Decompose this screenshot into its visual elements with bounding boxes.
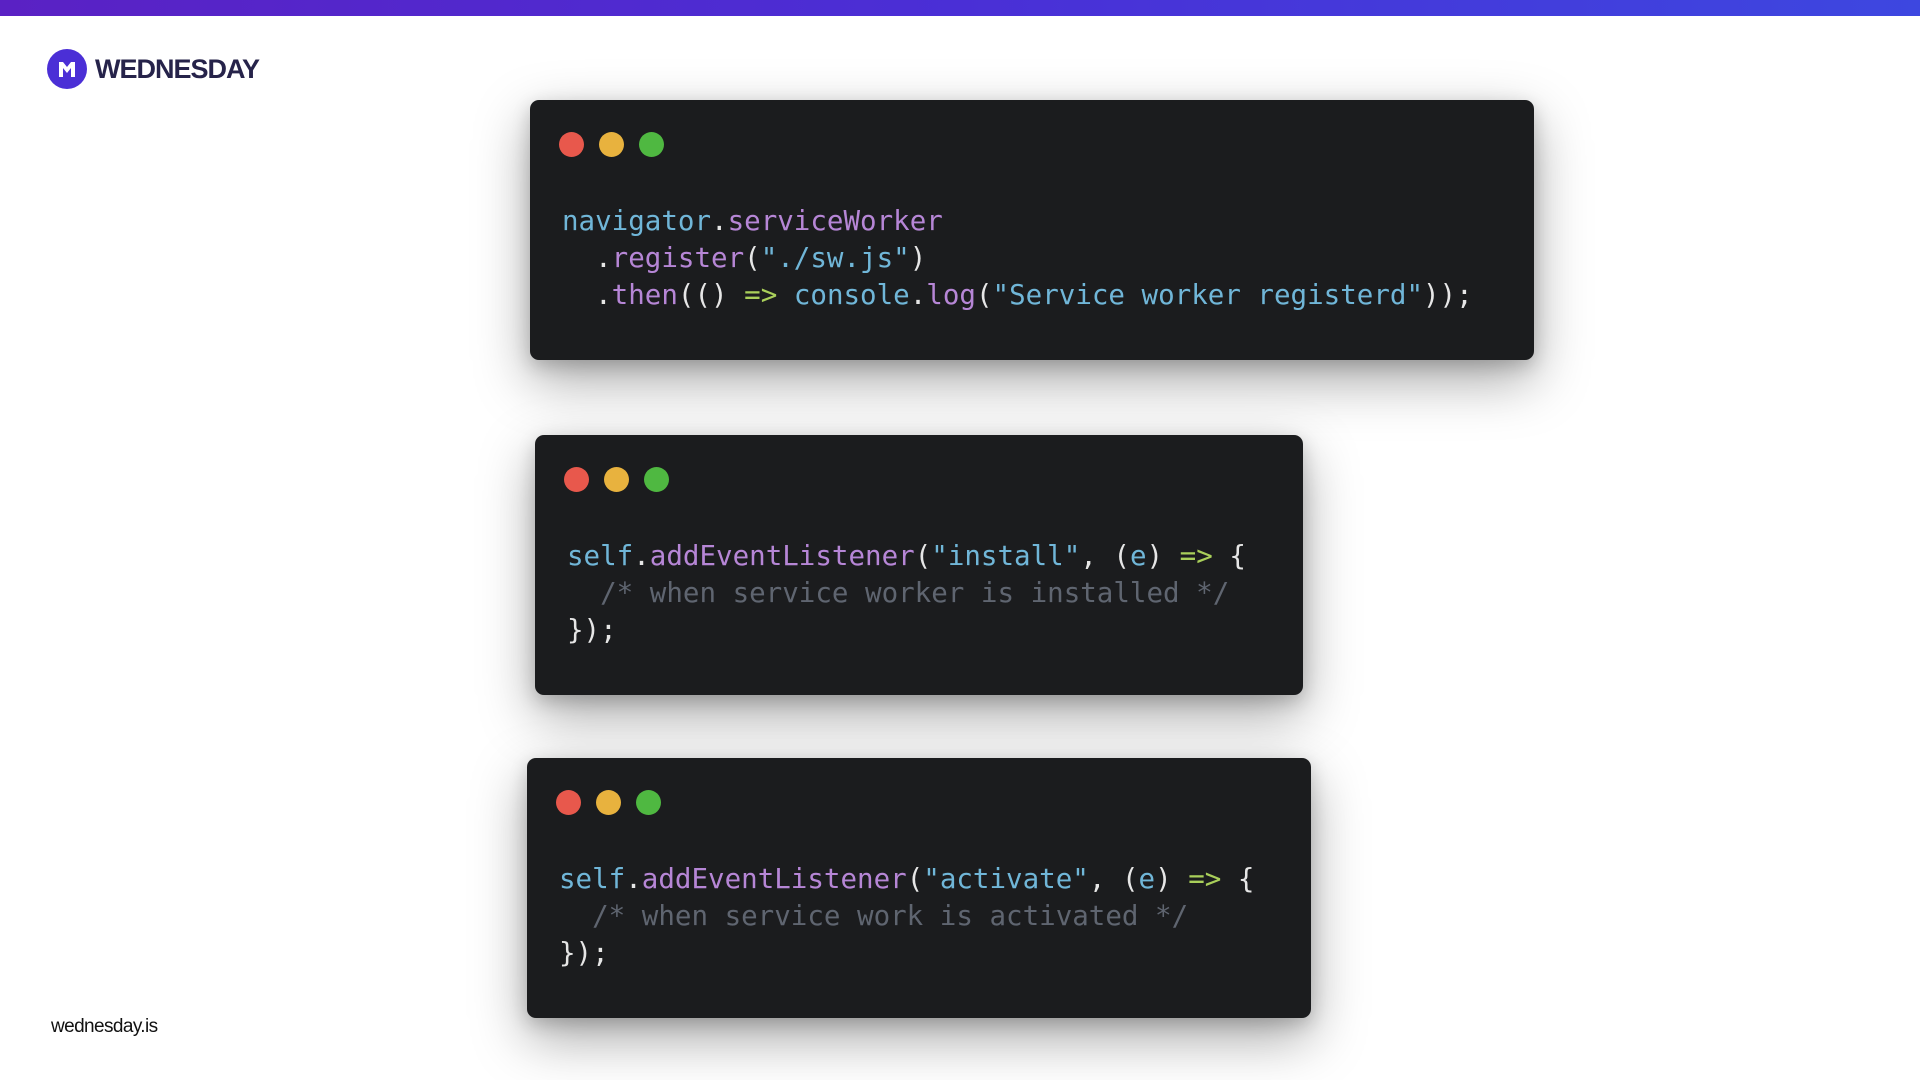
code-line: }); xyxy=(567,612,1246,649)
code-token: /* when service worker is installed */ xyxy=(567,577,1230,609)
close-dot-icon xyxy=(564,467,589,492)
code-token: ) xyxy=(909,242,927,274)
maximize-dot-icon xyxy=(644,467,669,492)
wednesday-logo-icon xyxy=(47,49,87,89)
code-token: . xyxy=(625,863,642,895)
code-token: ) xyxy=(1155,863,1189,895)
code-token: register xyxy=(611,242,745,274)
website-link[interactable]: wednesday.is xyxy=(51,1016,158,1038)
code-token: , ( xyxy=(1080,540,1130,572)
code-line: self.addEventListener("activate", (e) =>… xyxy=(559,861,1254,898)
code-block: self.addEventListener("activate", (e) =>… xyxy=(559,861,1254,972)
code-line: .register("./sw.js") xyxy=(562,240,1473,277)
code-token: . xyxy=(711,205,728,237)
code-token: self xyxy=(559,863,626,895)
code-token: e xyxy=(1129,540,1147,572)
code-window-activate: self.addEventListener("activate", (e) =>… xyxy=(527,758,1311,1018)
code-token: ( xyxy=(744,242,761,274)
code-token: => xyxy=(1179,540,1213,572)
maximize-dot-icon xyxy=(636,790,661,815)
code-line: /* when service work is activated */ xyxy=(559,898,1254,935)
code-token: { xyxy=(1221,863,1255,895)
code-line: self.addEventListener("install", (e) => … xyxy=(567,538,1246,575)
code-token: . xyxy=(562,242,612,274)
code-token: e xyxy=(1138,863,1156,895)
code-token: . xyxy=(633,540,650,572)
code-line: }); xyxy=(559,935,1254,972)
window-controls xyxy=(564,467,669,492)
code-token: addEventListener xyxy=(649,540,915,572)
brand-name: WEDNESDAY xyxy=(95,53,260,84)
code-token: /* when service work is activated */ xyxy=(559,900,1189,932)
code-token: ( xyxy=(975,279,993,311)
code-line: /* when service worker is installed */ xyxy=(567,575,1246,612)
code-token: log xyxy=(926,279,976,311)
close-dot-icon xyxy=(559,132,584,157)
code-token: (() xyxy=(677,279,745,311)
code-token: . xyxy=(909,279,927,311)
code-token: . xyxy=(562,279,612,311)
code-token: , ( xyxy=(1088,863,1139,895)
window-controls xyxy=(556,790,661,815)
code-token: "install" xyxy=(931,540,1081,572)
code-token: "activate" xyxy=(923,863,1089,895)
code-block: navigator.serviceWorker .register("./sw.… xyxy=(562,203,1473,314)
code-token: }); xyxy=(567,614,617,646)
minimize-dot-icon xyxy=(596,790,621,815)
code-line: navigator.serviceWorker xyxy=(562,203,1473,240)
slide: WEDNESDAY navigator.serviceWorker .regis… xyxy=(0,0,1920,1080)
close-dot-icon xyxy=(556,790,581,815)
code-token: => xyxy=(1188,863,1222,895)
code-token: addEventListener xyxy=(641,863,907,895)
code-token: { xyxy=(1212,540,1246,572)
code-token: ( xyxy=(906,863,924,895)
code-token: then xyxy=(611,279,678,311)
minimize-dot-icon xyxy=(604,467,629,492)
top-accent-bar xyxy=(0,0,1920,16)
code-token: console xyxy=(793,279,910,311)
minimize-dot-icon xyxy=(599,132,624,157)
code-window-register: navigator.serviceWorker .register("./sw.… xyxy=(530,100,1534,360)
code-token: serviceWorker xyxy=(727,205,943,237)
code-token: }); xyxy=(559,937,609,969)
window-controls xyxy=(559,132,664,157)
logo-glyph xyxy=(59,62,75,77)
code-block: self.addEventListener("install", (e) => … xyxy=(567,538,1246,649)
code-token: "Service worker registerd" xyxy=(992,279,1423,311)
code-token: self xyxy=(567,540,634,572)
code-token: navigator xyxy=(562,205,712,237)
code-token: ) xyxy=(1146,540,1180,572)
code-line: .then(() => console.log("Service worker … xyxy=(562,277,1473,314)
brand-logo: WEDNESDAY xyxy=(47,49,260,89)
code-token: )); xyxy=(1423,279,1473,311)
code-token: "./sw.js" xyxy=(760,242,910,274)
code-token: ( xyxy=(914,540,932,572)
maximize-dot-icon xyxy=(639,132,664,157)
code-window-install: self.addEventListener("install", (e) => … xyxy=(535,435,1303,695)
code-token: => xyxy=(744,279,778,311)
